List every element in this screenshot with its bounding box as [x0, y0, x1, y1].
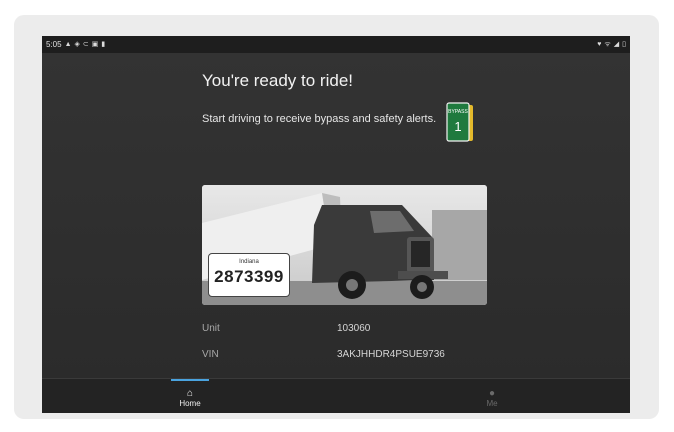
license-plate: Indiana 2873399	[208, 253, 290, 297]
vin-row: VIN 3AKJHHDR4PSUE9736	[202, 349, 522, 365]
main-content: You're ready to ride! Start driving to r…	[42, 53, 630, 378]
status-bar: 5:05 ▲ ◈ ⊂ ▣ ▮ ♥ ᯤ ◢ ▯	[42, 36, 630, 53]
battery-saver-icon: ▮	[101, 41, 106, 48]
unit-label: Unit	[202, 323, 220, 334]
vpn-icon: ⊂	[82, 41, 89, 48]
bypass-sign-text: BYPASS	[448, 109, 468, 115]
vin-value: 3AKJHHDR4PSUE9736	[337, 349, 445, 360]
signal-icon: ◢	[613, 41, 620, 48]
location-icon: ♥	[597, 41, 602, 48]
image-icon: ▲	[64, 41, 72, 48]
vin-label: VIN	[202, 349, 219, 360]
home-icon: ⌂	[186, 387, 194, 399]
bottom-nav: ⌂ Home ● Me	[42, 378, 630, 413]
status-right: ♥ ᯤ ◢ ▯	[597, 41, 626, 48]
plate-state: Indiana	[239, 259, 259, 265]
status-time: 5:05	[46, 40, 62, 49]
app-screen: 5:05 ▲ ◈ ⊂ ▣ ▮ ♥ ᯤ ◢ ▯ You're ready to r…	[42, 36, 630, 413]
page-subtitle: Start driving to receive bypass and safe…	[202, 113, 437, 125]
message-icon: ▣	[91, 41, 99, 48]
nav-me-label: Me	[486, 398, 498, 408]
plate-number: 2873399	[214, 267, 284, 286]
photo-icon: ◈	[74, 41, 80, 48]
bypass-sign-number: 1	[454, 119, 461, 134]
nav-item-home[interactable]: ⌂ Home	[150, 379, 230, 413]
nav-item-me[interactable]: ● Me	[452, 379, 532, 413]
bypass-sign-icon: BYPASS 1	[446, 102, 473, 142]
page-title: You're ready to ride!	[202, 71, 353, 90]
battery-icon: ▯	[622, 41, 626, 48]
nav-active-indicator	[171, 379, 209, 381]
unit-value: 103060	[337, 323, 371, 334]
person-icon: ●	[488, 387, 496, 399]
status-left: 5:05 ▲ ◈ ⊂ ▣ ▮	[46, 40, 105, 49]
unit-row: Unit 103060	[202, 323, 522, 339]
nav-home-label: Home	[179, 398, 201, 408]
wifi-icon: ᯤ	[604, 41, 611, 48]
vehicle-card: Indiana 2873399	[202, 185, 487, 305]
